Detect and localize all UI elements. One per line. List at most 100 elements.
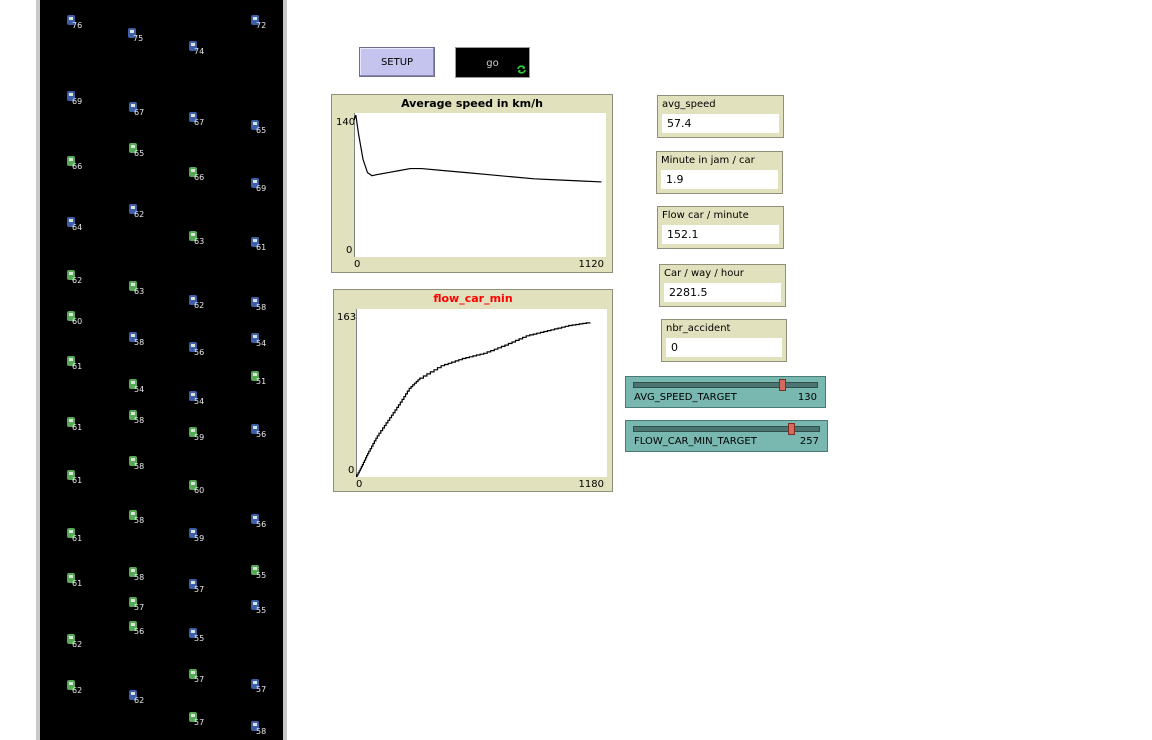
car-speed-label: 72	[256, 21, 267, 30]
monitor-value: 2281.5	[664, 283, 781, 302]
car-speed-label: 55	[194, 634, 205, 643]
monitor-label: avg_speed	[662, 99, 716, 110]
series-line	[356, 322, 591, 478]
car-speed-label: 57	[194, 718, 205, 727]
car-speed-label: 58	[134, 462, 145, 471]
avg-speed-plot[interactable]: Average speed in km/h 140 0 0 1120	[331, 94, 613, 273]
car-speed-label: 58	[256, 303, 267, 312]
x-tick-max: 1180	[578, 479, 604, 490]
slider-value: 257	[799, 436, 819, 447]
car-speed-label: 55	[256, 571, 267, 580]
car-speed-label: 69	[72, 97, 83, 106]
go-button-label: go	[486, 58, 499, 69]
car-speed-label: 65	[256, 126, 267, 135]
plot-title: Average speed in km/h	[401, 97, 543, 110]
monitor-value: 57.4	[662, 114, 779, 133]
car-speed-label: 54	[256, 339, 267, 348]
monitor-value: 0	[666, 338, 782, 357]
slider-thumb[interactable]	[778, 379, 786, 391]
monitor-flow-car: Flow car / minute 152.1	[657, 206, 784, 249]
monitor-value: 1.9	[661, 170, 778, 189]
car-speed-label: 76	[72, 21, 83, 30]
car-speed-label: 62	[72, 640, 83, 649]
go-button[interactable]: go	[455, 47, 530, 78]
y-tick-max: 163	[337, 312, 357, 323]
x-tick-max: 1120	[578, 259, 604, 270]
y-tick-min: 0	[346, 245, 353, 256]
car-speed-label: 61	[72, 362, 83, 371]
car-speed-label: 62	[134, 696, 145, 705]
car-speed-label: 69	[256, 184, 267, 193]
car-speed-label: 64	[72, 223, 83, 232]
flow-car-min-plot[interactable]: flow_car_min 163 0 0 1180	[333, 289, 613, 492]
car-speed-label: 58	[256, 727, 267, 736]
monitor-label: Minute in jam / car	[661, 155, 755, 166]
plot-area	[353, 113, 606, 257]
setup-button[interactable]: SETUP	[359, 47, 435, 77]
car-speed-label: 58	[134, 573, 145, 582]
car-speed-label: 56	[194, 348, 205, 357]
plot-canvas	[353, 113, 602, 257]
car-speed-label: 56	[256, 520, 267, 529]
slider-track[interactable]	[633, 382, 818, 388]
slider-avg-speed-target[interactable]: AVG_SPEED_TARGET 130	[625, 376, 826, 408]
x-tick-min: 0	[354, 259, 361, 270]
car-speed-label: 61	[72, 534, 83, 543]
plot-area	[355, 309, 607, 478]
car-speed-label: 57	[134, 603, 145, 612]
car-speed-label: 57	[256, 685, 267, 694]
car-speed-label: 57	[194, 675, 205, 684]
x-tick-min: 0	[356, 479, 363, 490]
plot-canvas	[355, 309, 591, 478]
car-speed-label: 61	[256, 243, 267, 252]
plot-title: flow_car_min	[433, 292, 513, 305]
monitor-nbr-accident: nbr_accident 0	[661, 319, 787, 362]
car-speed-label: 67	[194, 118, 205, 127]
car-speed-label: 61	[72, 579, 83, 588]
car-speed-label: 60	[194, 486, 205, 495]
car-speed-label: 54	[194, 397, 205, 406]
slider-flow-car-min-target[interactable]: FLOW_CAR_MIN_TARGET 257	[625, 420, 828, 452]
monitor-value: 152.1	[662, 225, 779, 244]
car-speed-label: 56	[134, 627, 145, 636]
car-speed-label: 59	[194, 534, 205, 543]
slider-label: FLOW_CAR_MIN_TARGET	[634, 436, 757, 447]
car-speed-label: 63	[194, 237, 205, 246]
y-tick-min: 0	[348, 465, 355, 476]
car-speed-label: 75	[133, 34, 144, 43]
world-frame-right	[283, 0, 287, 740]
car-speed-label: 62	[194, 301, 205, 310]
monitor-avg-speed: avg_speed 57.4	[657, 95, 784, 138]
monitor-label: Car / way / hour	[664, 268, 744, 279]
car-speed-label: 57	[194, 585, 205, 594]
car-speed-label: 66	[194, 173, 205, 182]
car-speed-label: 67	[134, 108, 145, 117]
car-speed-label: 62	[72, 276, 83, 285]
car-speed-label: 61	[72, 476, 83, 485]
car-speed-label: 58	[134, 516, 145, 525]
slider-thumb[interactable]	[787, 423, 795, 435]
car-speed-label: 63	[134, 287, 145, 296]
car-speed-label: 74	[194, 47, 205, 56]
car-speed-label: 51	[256, 377, 267, 386]
car-speed-label: 61	[72, 423, 83, 432]
car-speed-label: 65	[134, 149, 145, 158]
slider-label: AVG_SPEED_TARGET	[634, 392, 737, 403]
car-speed-label: 60	[72, 317, 83, 326]
y-tick-max: 140	[336, 117, 356, 128]
car-speed-label: 55	[256, 606, 267, 615]
world-view[interactable]: 76 75 74 72 69 67 67 65 66 65 66 69 64 62 63 61 62 63 62 58…	[40, 0, 283, 740]
car-speed-label: 66	[72, 162, 83, 171]
forever-icon	[517, 65, 526, 74]
monitor-car-way-hour: Car / way / hour 2281.5	[659, 264, 786, 307]
monitor-label: Flow car / minute	[662, 210, 749, 221]
car-speed-label: 62	[134, 210, 145, 219]
monitor-label: nbr_accident	[666, 323, 731, 334]
car-speed-label: 58	[134, 416, 145, 425]
series-line	[353, 114, 602, 183]
car-speed-label: 54	[134, 385, 145, 394]
car-speed-label: 58	[134, 338, 145, 347]
car-speed-label: 62	[72, 686, 83, 695]
car-speed-label: 59	[194, 433, 205, 442]
slider-value: 130	[797, 392, 817, 403]
